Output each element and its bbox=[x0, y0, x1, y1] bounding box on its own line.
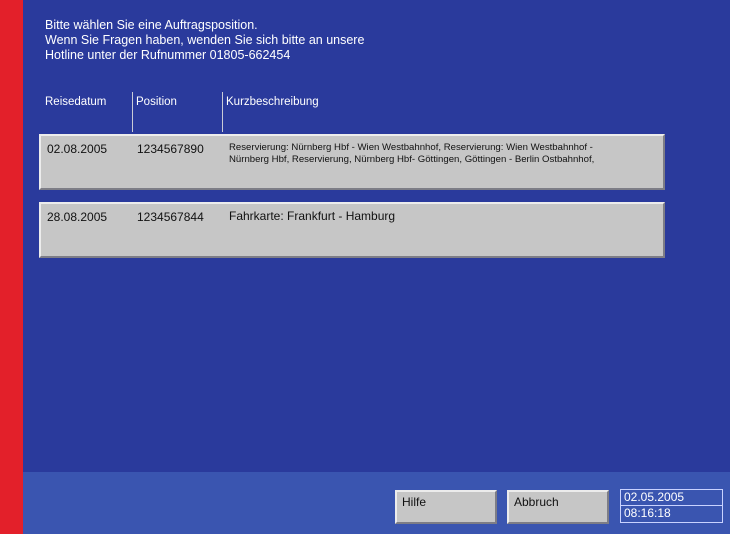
row-description: Reservierung: Nürnberg Hbf - Wien Westba… bbox=[229, 142, 661, 166]
red-accent-bar bbox=[0, 0, 23, 534]
column-divider bbox=[132, 92, 133, 132]
table-row[interactable]: 02.08.2005 1234567890 Reservierung: Nürn… bbox=[39, 134, 665, 190]
row-description-line: Nürnberg Hbf, Reservierung, Nürnberg Hbf… bbox=[229, 154, 595, 165]
row-description-line: Reservierung: Nürnberg Hbf - Wien Westba… bbox=[229, 142, 593, 153]
instruction-line-2: Wenn Sie Fragen haben, wenden Sie sich b… bbox=[45, 33, 365, 47]
datetime-display: 02.05.2005 08:16:18 bbox=[620, 489, 723, 523]
table-row[interactable]: 28.08.2005 1234567844 Fahrkarte: Frankfu… bbox=[39, 202, 665, 258]
row-position: 1234567844 bbox=[137, 210, 204, 224]
current-date: 02.05.2005 bbox=[620, 489, 723, 506]
instruction-line-3: Hotline unter der Rufnummer 01805-662454 bbox=[45, 48, 291, 62]
column-divider bbox=[222, 92, 223, 132]
row-position: 1234567890 bbox=[137, 142, 204, 156]
footer-bar: Hilfe Abbruch 02.05.2005 08:16:18 bbox=[23, 472, 730, 534]
cancel-button[interactable]: Abbruch bbox=[507, 490, 609, 524]
kiosk-frame: Bitte wählen Sie eine Auftragsposition. … bbox=[0, 0, 730, 534]
current-time: 08:16:18 bbox=[620, 506, 723, 523]
instruction-line-1: Bitte wählen Sie eine Auftragsposition. bbox=[45, 18, 258, 32]
column-header-kurzbeschreibung: Kurzbeschreibung bbox=[226, 96, 319, 108]
instructions-text: Bitte wählen Sie eine Auftragsposition. … bbox=[45, 18, 364, 63]
help-button[interactable]: Hilfe bbox=[395, 490, 497, 524]
row-description: Fahrkarte: Frankfurt - Hamburg bbox=[229, 210, 661, 222]
row-date: 02.08.2005 bbox=[47, 142, 108, 156]
row-date: 28.08.2005 bbox=[47, 210, 108, 224]
column-header-reisedatum: Reisedatum bbox=[45, 96, 107, 108]
kiosk-screen: Bitte wählen Sie eine Auftragsposition. … bbox=[23, 0, 730, 534]
row-description-line: Fahrkarte: Frankfurt - Hamburg bbox=[229, 209, 396, 223]
column-header-position: Position bbox=[136, 96, 177, 108]
